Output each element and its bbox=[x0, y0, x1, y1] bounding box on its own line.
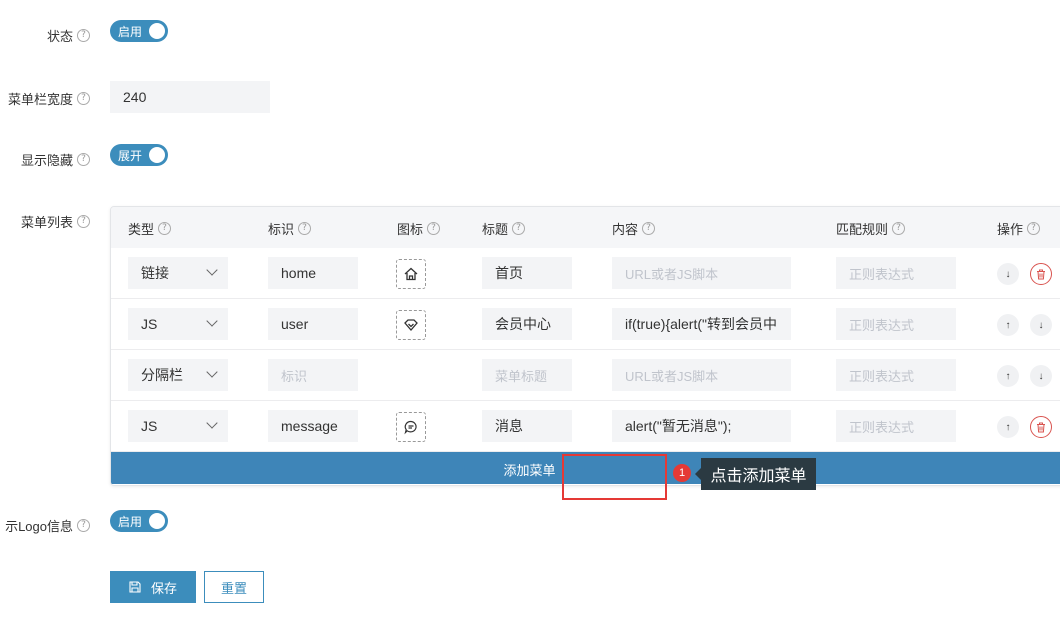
header-type: 类型? bbox=[128, 207, 172, 249]
width-label: 菜单栏宽度 ? bbox=[8, 89, 90, 108]
guide-tooltip: 点击添加菜单 bbox=[695, 458, 816, 490]
display-label: 显示隐藏 ? bbox=[21, 150, 90, 169]
reset-button[interactable]: 重置 bbox=[204, 571, 264, 603]
table-row: JS message 消息 alert("暂无消息"); 正则表达式 ↑ bbox=[111, 401, 1060, 452]
save-button[interactable]: 保存 bbox=[110, 571, 196, 603]
type-select[interactable]: JS bbox=[128, 308, 228, 340]
help-icon[interactable]: ? bbox=[642, 221, 656, 235]
rule-input[interactable]: 正则表达式 bbox=[836, 410, 956, 442]
move-up-button[interactable]: ↑ bbox=[997, 365, 1019, 387]
delete-button[interactable] bbox=[1030, 416, 1052, 438]
table-row: 链接 home 首页 URL或者JS脚本 正则表达式 ↓ bbox=[111, 248, 1060, 299]
key-input[interactable]: 标识 bbox=[268, 359, 358, 391]
move-down-button[interactable]: ↓ bbox=[997, 263, 1019, 285]
header-actions: 操作? bbox=[997, 207, 1041, 249]
rule-input[interactable]: 正则表达式 bbox=[836, 308, 956, 340]
diamond-icon bbox=[404, 319, 418, 331]
header-rule: 匹配规则? bbox=[836, 207, 906, 249]
move-up-button[interactable]: ↑ bbox=[997, 314, 1019, 336]
guide-highlight-box bbox=[562, 454, 667, 500]
header-icon: 图标? bbox=[397, 207, 441, 249]
table-row: 分隔栏 标识 菜单标题 URL或者JS脚本 正则表达式 ↑ ↓ bbox=[111, 350, 1060, 401]
move-up-button[interactable]: ↑ bbox=[997, 416, 1019, 438]
key-input[interactable]: user bbox=[268, 308, 358, 340]
status-toggle[interactable]: 启用 bbox=[110, 20, 168, 42]
guide-step-badge: 1 bbox=[673, 464, 691, 482]
help-icon[interactable]: ? bbox=[512, 221, 526, 235]
message-icon bbox=[404, 420, 417, 435]
move-down-button[interactable]: ↓ bbox=[1030, 365, 1052, 387]
status-label: 状态 ? bbox=[47, 26, 90, 45]
title-input[interactable]: 消息 bbox=[482, 410, 572, 442]
home-icon bbox=[404, 267, 418, 281]
chevron-down-icon bbox=[206, 264, 218, 276]
help-icon[interactable]: ? bbox=[77, 92, 90, 105]
toggle-knob bbox=[149, 513, 165, 529]
help-icon[interactable]: ? bbox=[892, 221, 906, 235]
content-input[interactable]: alert("暂无消息"); bbox=[612, 410, 791, 442]
menu-table: 类型? 标识? 图标? 标题? 内容? 匹配规则? 操作? 链接 home 首页… bbox=[110, 206, 1060, 486]
header-title: 标题? bbox=[482, 207, 526, 249]
display-toggle[interactable]: 展开 bbox=[110, 144, 168, 166]
help-icon[interactable]: ? bbox=[77, 153, 90, 166]
toggle-knob bbox=[149, 147, 165, 163]
icon-picker[interactable] bbox=[396, 412, 426, 442]
help-icon[interactable]: ? bbox=[427, 221, 441, 235]
icon-picker[interactable] bbox=[396, 259, 426, 289]
content-input[interactable]: URL或者JS脚本 bbox=[612, 359, 791, 391]
save-icon bbox=[129, 581, 141, 593]
icon-picker[interactable] bbox=[396, 310, 426, 340]
title-input[interactable]: 菜单标题 bbox=[482, 359, 572, 391]
type-select[interactable]: 分隔栏 bbox=[128, 359, 228, 391]
header-content: 内容? bbox=[612, 207, 656, 249]
chevron-down-icon bbox=[206, 417, 218, 429]
key-input[interactable]: home bbox=[268, 257, 358, 289]
title-input[interactable]: 会员中心 bbox=[482, 308, 572, 340]
help-icon[interactable]: ? bbox=[1027, 221, 1041, 235]
type-select[interactable]: JS bbox=[128, 410, 228, 442]
trash-icon bbox=[1037, 422, 1045, 432]
content-input[interactable]: if(true){alert("转到会员中 bbox=[612, 308, 791, 340]
content-input[interactable]: URL或者JS脚本 bbox=[612, 257, 791, 289]
menu-list-label: 菜单列表 ? bbox=[21, 212, 90, 231]
logo-toggle[interactable]: 启用 bbox=[110, 510, 168, 532]
help-icon[interactable]: ? bbox=[298, 221, 312, 235]
table-row: JS user 会员中心 if(true){alert("转到会员中 正则表达式… bbox=[111, 299, 1060, 350]
help-icon[interactable]: ? bbox=[77, 215, 90, 228]
type-select[interactable]: 链接 bbox=[128, 257, 228, 289]
width-input[interactable]: 240 bbox=[110, 81, 270, 113]
delete-button[interactable] bbox=[1030, 263, 1052, 285]
help-icon[interactable]: ? bbox=[158, 221, 172, 235]
header-key: 标识? bbox=[268, 207, 312, 249]
chevron-down-icon bbox=[206, 366, 218, 378]
key-input[interactable]: message bbox=[268, 410, 358, 442]
help-icon[interactable]: ? bbox=[77, 29, 90, 42]
rule-input[interactable]: 正则表达式 bbox=[836, 257, 956, 289]
rule-input[interactable]: 正则表达式 bbox=[836, 359, 956, 391]
toggle-knob bbox=[149, 23, 165, 39]
logo-label: 示Logo信息 ? bbox=[5, 516, 90, 535]
table-header: 类型? 标识? 图标? 标题? 内容? 匹配规则? 操作? bbox=[111, 207, 1060, 249]
help-icon[interactable]: ? bbox=[77, 519, 90, 532]
move-down-button[interactable]: ↓ bbox=[1030, 314, 1052, 336]
chevron-down-icon bbox=[206, 315, 218, 327]
trash-icon bbox=[1037, 269, 1045, 279]
title-input[interactable]: 首页 bbox=[482, 257, 572, 289]
